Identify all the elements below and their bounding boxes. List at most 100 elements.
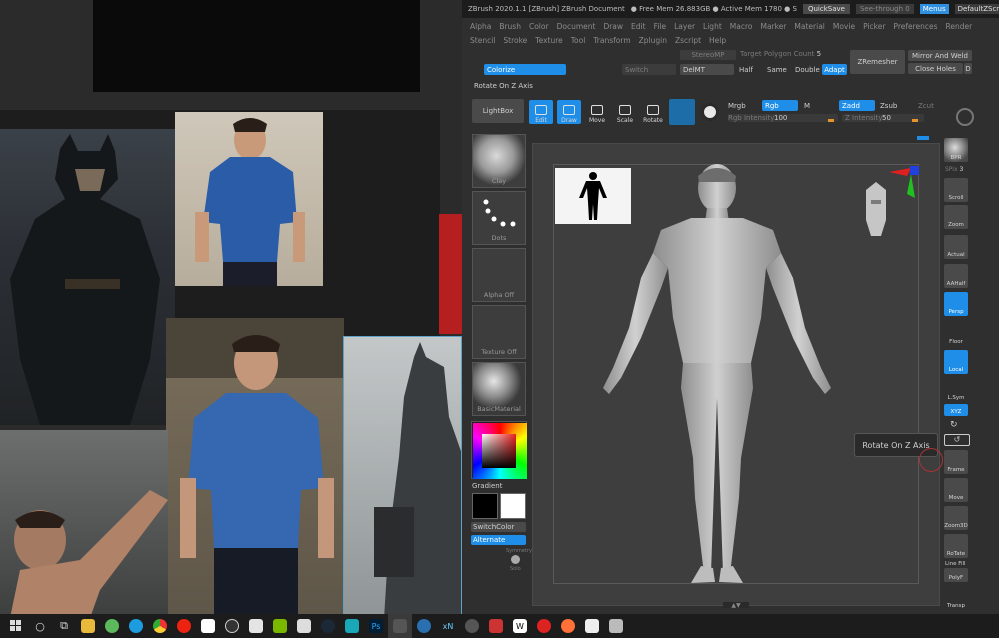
saturation-square[interactable] [482,434,516,468]
lightbox-button[interactable]: LightBox [472,99,524,123]
zsub-option[interactable]: Zsub [880,102,897,110]
menu-edit[interactable]: Edit [631,22,646,31]
windows-start-icon[interactable] [4,614,28,638]
menu-layer[interactable]: Layer [674,22,695,31]
persp-button[interactable]: Persp [944,292,968,316]
zremesher-button[interactable]: ZRemesher [850,50,905,74]
aahalf-button[interactable]: AAHalf [944,264,968,288]
red-app-icon[interactable] [532,614,556,638]
rotate-y-icon[interactable]: ↻ [950,420,962,432]
zcut-option[interactable]: Zcut [918,102,934,110]
task-view-icon[interactable]: ⧉ [52,614,76,638]
menu-zplugin[interactable]: Zplugin [639,36,667,45]
zadd-button[interactable]: Zadd [839,100,875,111]
material-slot[interactable]: BasicMaterial [472,362,526,416]
quicksave-button[interactable]: QuickSave [802,4,850,14]
scale-tool[interactable]: Scale [613,100,637,124]
move-tool[interactable]: Move [585,100,609,124]
canvas-scroll-handle[interactable]: ▲▼ [723,602,749,609]
menu-alpha[interactable]: Alpha [470,22,491,31]
firefox-icon[interactable] [556,614,580,638]
menu-brush[interactable]: Brush [499,22,521,31]
xyz-button[interactable]: XYZ [944,404,968,416]
texture-slot[interactable]: Texture Off [472,305,526,359]
rotate-tool[interactable]: Rotate [641,100,665,124]
switch-color-button[interactable]: SwitchColor [471,522,526,532]
m-option[interactable]: M [804,102,810,110]
mail-icon[interactable] [244,614,268,638]
menu-marker[interactable]: Marker [760,22,786,31]
bpr-button[interactable]: BPR [944,138,968,162]
colorize-button[interactable]: Colorize [484,64,566,75]
opera-icon[interactable] [172,614,196,638]
window-app-icon[interactable] [604,614,628,638]
draw-tool[interactable]: Draw [557,100,581,124]
z-intensity-slider[interactable]: Z Intensity 50 [842,114,924,122]
primary-color-swatch[interactable] [472,493,498,519]
switch-button[interactable]: Switch [622,64,676,75]
spotlight-icon[interactable] [701,103,719,121]
menu-file[interactable]: File [654,22,667,31]
actual-button[interactable]: Actual [944,235,968,259]
menu-stencil[interactable]: Stencil [470,36,495,45]
wps-icon[interactable] [484,614,508,638]
brush-clay-slot[interactable]: Clay [472,134,526,188]
menu-tool[interactable]: Tool [571,36,586,45]
alpha-slot[interactable]: Alpha Off [472,248,526,302]
stereo-mp-button[interactable]: StereoMP [680,50,736,60]
transp-button[interactable]: Transp [944,590,968,610]
menu-material[interactable]: Material [794,22,824,31]
move-view-button[interactable]: Move [944,478,968,502]
stroke-dots-slot[interactable]: Dots [472,191,526,245]
d-button[interactable]: D [964,63,972,74]
alternate-button[interactable]: Alternate [471,535,526,545]
steam-icon[interactable] [316,614,340,638]
skype-icon[interactable] [124,614,148,638]
close-holes-button[interactable]: Close Holes [908,63,963,74]
maya-icon[interactable] [340,614,364,638]
menu-movie[interactable]: Movie [833,22,855,31]
double-option[interactable]: Double [795,66,820,74]
menu-document[interactable]: Document [557,22,596,31]
menu-macro[interactable]: Macro [730,22,753,31]
material-swatch[interactable] [669,99,695,125]
obs-icon[interactable] [220,614,244,638]
nvidia-icon[interactable] [268,614,292,638]
photoshop-icon[interactable]: Ps [364,614,388,638]
app-icon[interactable] [196,614,220,638]
solo-icon[interactable] [511,555,520,564]
axis-gizmo-icon[interactable] [885,164,921,200]
rotate-z-button[interactable]: ↺ [944,434,970,446]
rotate-view-button[interactable]: RoTate [944,534,968,558]
secondary-color-swatch[interactable] [500,493,526,519]
frame-button[interactable]: Frame [944,450,968,474]
color-picker[interactable] [471,421,527,479]
polyf-button[interactable]: PolyF [944,568,968,582]
menu-transform[interactable]: Transform [593,36,630,45]
default-script-button[interactable]: DefaultZScript [954,4,999,14]
app-circle-icon[interactable] [412,614,436,638]
capture-icon[interactable] [460,614,484,638]
brush-app-icon[interactable] [292,614,316,638]
xnview-icon[interactable]: xN [436,614,460,638]
target-poly-label[interactable]: Target Polygon Count 5 [740,50,821,58]
menu-draw[interactable]: Draw [603,22,623,31]
document-canvas[interactable]: ▲▼ [532,143,940,609]
scroll-button[interactable]: Scroll [944,178,968,202]
menu-light[interactable]: Light [703,22,722,31]
menu-stroke[interactable]: Stroke [503,36,527,45]
dynamic-brush-icon[interactable] [956,108,974,126]
search-icon[interactable]: ○ [28,614,52,638]
mrgb-option[interactable]: Mrgb [728,102,746,110]
chrome-icon[interactable] [148,614,172,638]
mirror-weld-button[interactable]: Mirror And Weld [908,50,972,61]
see-through-slider[interactable]: See-through 0 [855,4,914,14]
local-button[interactable]: Local [944,350,968,374]
menu-picker[interactable]: Picker [863,22,885,31]
menu-texture[interactable]: Texture [535,36,562,45]
zoom3d-button[interactable]: Zoom3D [944,506,968,530]
z-intensity-knob[interactable] [912,119,918,122]
utorrent-icon[interactable] [100,614,124,638]
menus-button[interactable]: Menus [919,4,949,14]
file-explorer-icon[interactable] [76,614,100,638]
